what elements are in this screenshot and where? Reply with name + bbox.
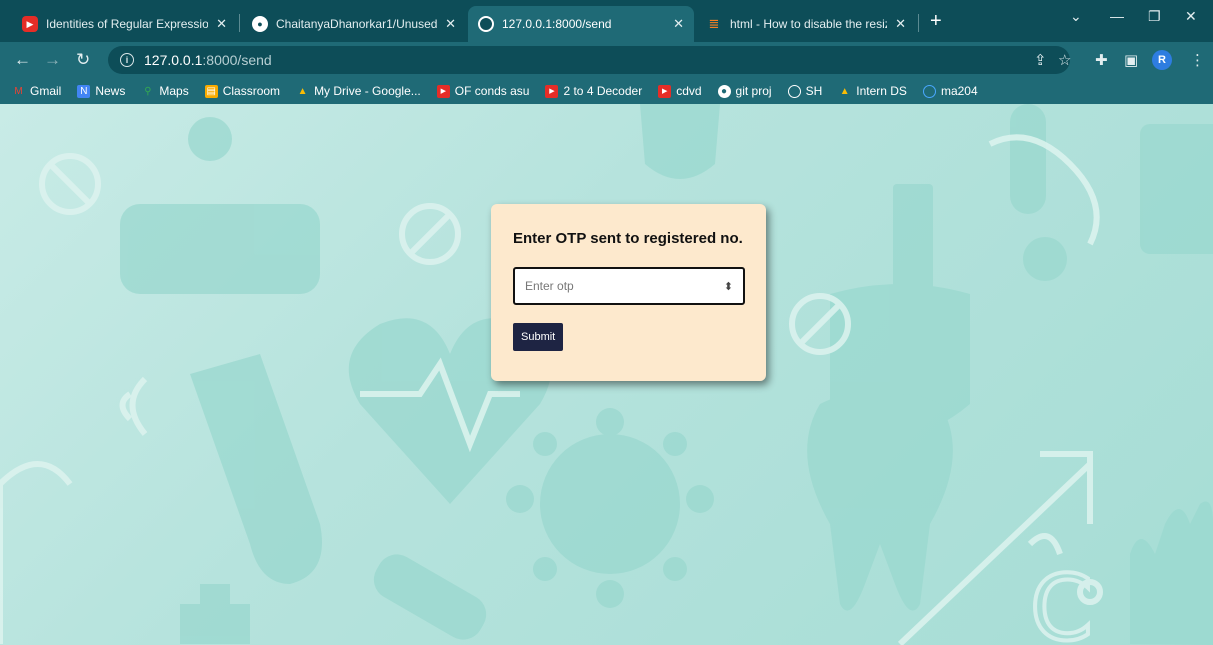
bookmark-label: 2 to 4 Decoder [563,84,643,98]
bookmark-label: SH [805,84,823,98]
github-icon: ● [717,84,731,98]
tab-title: html - How to disable the resize [730,17,888,31]
otp-input[interactable]: Enter otp ⬍ [513,267,745,305]
submit-button[interactable]: Submit [513,323,564,351]
reload-button[interactable]: ↻ [76,50,90,70]
bookmark-label: OF conds asu [454,84,530,98]
bookmark-label: git proj [735,84,772,98]
maps-icon: ⚲ [144,85,152,97]
news-icon: N [77,84,91,98]
number-spinner-icon[interactable]: ⬍ [724,280,733,293]
bookmark-news[interactable]: N News [77,84,125,98]
tab-send-active[interactable]: 127.0.0.1:8000/send ✕ [468,6,694,42]
address-host: 127.0.0.1 [144,52,203,68]
bookmark-label: cdvd [676,84,702,98]
bookmark-sh[interactable]: SH [787,84,823,98]
github-icon: ● [252,16,268,32]
share-icon[interactable]: ⇪ [1034,51,1047,69]
tab-regex[interactable]: ▶ Identities of Regular Expression - ✕ [12,6,237,42]
bookmark-star-icon[interactable]: ☆ [1058,51,1071,69]
otp-card: Enter OTP sent to registered no. Enter o… [491,204,766,381]
menu-icon[interactable]: ⋮ [1190,51,1205,69]
youtube-icon: ▶ [22,16,38,32]
tab-title: 127.0.0.1:8000/send [502,17,612,31]
bookmark-cdvd[interactable]: ▶ cdvd [658,84,702,98]
address-path: :8000/send [202,52,272,68]
tab-strip: ▶ Identities of Regular Expression - ✕ ●… [0,0,1213,42]
classroom-icon: ▤ [204,84,218,98]
close-icon[interactable]: ✕ [445,16,456,32]
globe-icon [478,16,494,32]
browser-toolbar: ← → ↻ i 127.0.0.1:8000/send ⇪ ☆ ✚ ▣ ⋮ [0,42,1213,78]
close-icon[interactable]: ✕ [216,16,227,32]
bookmark-label: My Drive - Google... [314,84,421,98]
extensions-icon[interactable]: ✚ [1095,51,1108,69]
tab-stackoverflow[interactable]: ≣ html - How to disable the resize ✕ [696,6,916,42]
drive-icon: ▲ [839,85,850,97]
globe-icon [787,84,801,98]
otp-placeholder: Enter otp [525,279,574,293]
window-close-button[interactable]: ✕ [1185,8,1197,25]
globe-icon [922,84,936,98]
bookmark-label: Classroom [222,84,281,98]
bookmark-label: News [95,84,126,98]
new-tab-button[interactable]: + [930,10,942,33]
bookmark-label: Maps [159,84,189,98]
page-content: C Enter OTP sent to registered no. Enter… [0,104,1213,645]
minimize-button[interactable]: — [1110,8,1124,24]
tab-title: ChaitanyaDhanorkar1/Unused_M [276,17,438,31]
forward-button[interactable]: → [44,50,61,70]
youtube-icon: ▶ [658,84,672,98]
address-bar[interactable]: i 127.0.0.1:8000/send [108,46,1070,74]
bookmark-decoder[interactable]: ▶ 2 to 4 Decoder [545,84,642,98]
otp-heading: Enter OTP sent to registered no. [513,230,743,247]
bookmark-label: Gmail [30,84,62,98]
bookmark-classroom[interactable]: ▤ Classroom [204,84,281,98]
close-icon[interactable]: ✕ [673,16,684,32]
bookmark-label: Intern DS [856,84,907,98]
gmail-icon: M [14,85,23,97]
tab-search-icon[interactable]: ⌄ [1070,8,1082,25]
bookmark-intern-ds[interactable]: ▲ Intern DS [838,84,907,98]
side-panel-icon[interactable]: ▣ [1124,51,1138,69]
close-icon[interactable]: ✕ [895,16,906,32]
profile-avatar[interactable]: R [1152,50,1172,70]
bookmark-of-conds[interactable]: ▶ OF conds asu [436,84,530,98]
back-button[interactable]: ← [14,50,31,70]
bookmark-label: ma204 [940,84,978,98]
site-info-icon[interactable]: i [120,53,134,67]
restore-button[interactable]: ❐ [1148,8,1161,25]
youtube-icon: ▶ [436,84,450,98]
bookmark-gmail[interactable]: M Gmail [12,84,61,98]
tab-separator [918,14,919,32]
stackoverflow-icon: ≣ [708,16,720,31]
bookmarks-bar: M Gmail N News ⚲ Maps ▤ Classroom ▲ My Drive … [0,78,1213,104]
bookmark-git-proj[interactable]: ● git proj [717,84,772,98]
tab-title: Identities of Regular Expression - [46,17,209,31]
bookmark-drive[interactable]: ▲ My Drive - Google... [296,84,421,98]
bookmark-ma204[interactable]: ma204 [922,84,978,98]
youtube-icon: ▶ [545,84,559,98]
tab-github[interactable]: ● ChaitanyaDhanorkar1/Unused_M ✕ [242,6,466,42]
tab-separator [239,14,240,32]
drive-icon: ▲ [297,85,308,97]
bookmark-maps[interactable]: ⚲ Maps [141,84,189,98]
